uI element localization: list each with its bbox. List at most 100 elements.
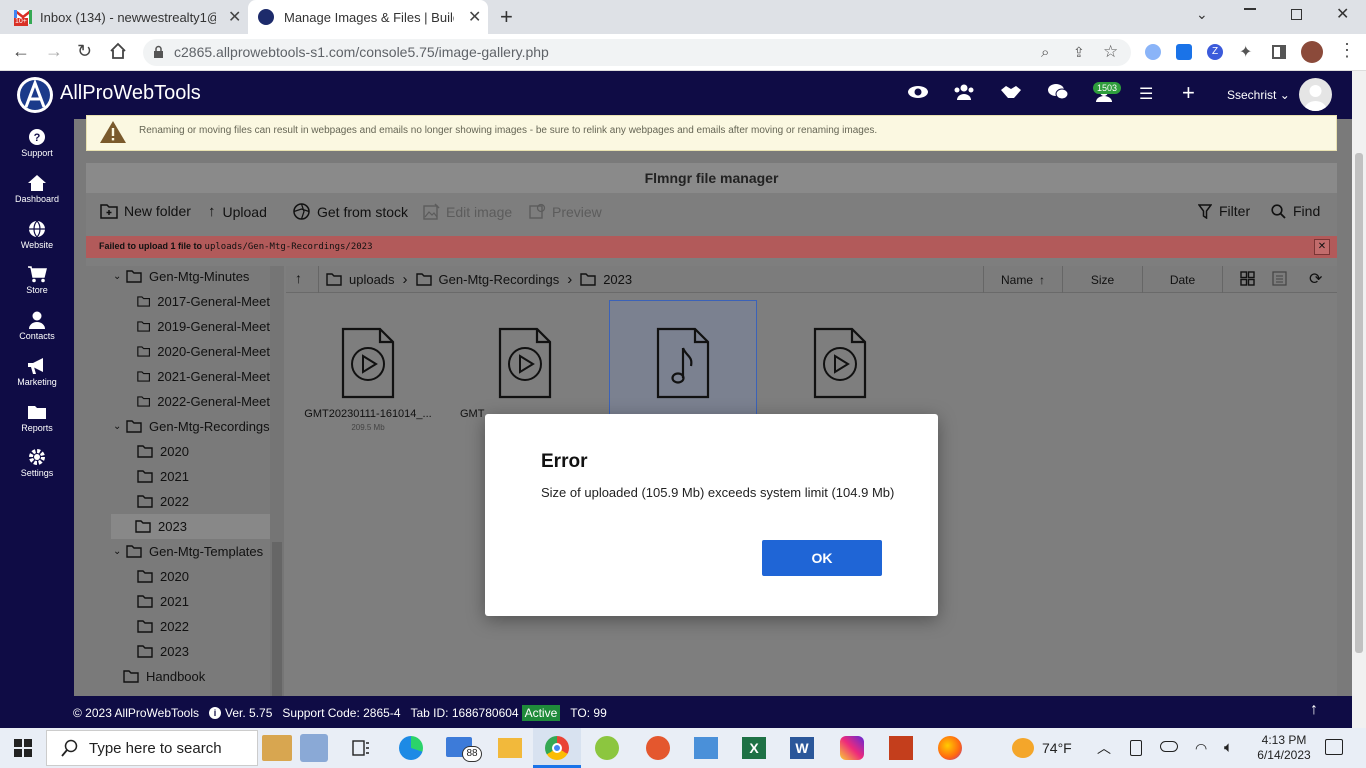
cloud-icon[interactable] [1160, 741, 1178, 752]
kebab-menu-icon[interactable]: ⋮ [1338, 40, 1356, 61]
extension-icon[interactable] [1145, 44, 1161, 60]
sidebar-item-marketing[interactable]: Marketing [0, 357, 74, 401]
zoom-extension-icon[interactable]: Z [1207, 44, 1223, 60]
handshake-icon[interactable] [1000, 84, 1022, 100]
tree-scrollbar[interactable] [270, 266, 284, 696]
refresh-icon[interactable]: ⟳ [1309, 269, 1322, 289]
grid-view-icon[interactable] [1240, 271, 1255, 286]
device-icon[interactable] [1130, 740, 1142, 756]
close-icon[interactable]: ✕ [228, 7, 241, 27]
firefox-icon[interactable] [938, 736, 962, 760]
allprowebtools-logo-icon[interactable] [16, 76, 54, 114]
extension-icon[interactable] [1176, 44, 1192, 60]
share-icon[interactable]: ⇪ [1073, 44, 1085, 61]
app-icon[interactable] [300, 734, 328, 762]
tree-item[interactable]: 2021 [113, 464, 270, 489]
page-scrollbar[interactable] [1352, 71, 1366, 728]
side-panel-icon[interactable] [1272, 45, 1286, 59]
chevron-up-icon[interactable]: ︿ [1097, 738, 1111, 758]
arrow-up-icon[interactable]: ↑ [295, 270, 302, 286]
back-arrow-icon[interactable]: ← [12, 41, 30, 62]
window-close-icon[interactable]: ✕ [1336, 4, 1349, 24]
tree-item[interactable]: Handbook [113, 664, 270, 689]
tree-item[interactable]: 2021-General-Meet [113, 364, 270, 389]
ok-button[interactable]: OK [762, 540, 882, 576]
clock[interactable]: 4:13 PM 6/14/2023 [1256, 733, 1312, 763]
user-avatar[interactable] [1299, 78, 1332, 111]
tab-gmail[interactable]: 10+ Inbox (134) - newwestrealty1@gr ✕ [14, 0, 250, 34]
app-icon[interactable] [646, 736, 670, 760]
weather-icon[interactable] [1012, 738, 1034, 758]
wifi-icon[interactable]: ◠ [1195, 740, 1207, 757]
notifications-icon[interactable] [1325, 739, 1343, 755]
chevron-down-icon[interactable]: ⌄ [1196, 6, 1208, 23]
upload-button[interactable]: ↑ Upload [208, 203, 267, 220]
tree-item[interactable]: ⌄ Gen-Mtg-Recordings [113, 414, 270, 439]
breadcrumb-item[interactable]: 2023 [603, 272, 632, 287]
sidebar-item-store[interactable]: Store [0, 265, 74, 309]
reload-icon[interactable]: ↻ [77, 41, 92, 62]
find-button[interactable]: Find [1271, 203, 1320, 219]
file-explorer-icon[interactable] [498, 738, 522, 758]
new-tab-plus-icon[interactable]: + [500, 4, 513, 30]
tree-item[interactable]: ⌄ Gen-Mtg-Minutes [113, 264, 270, 289]
add-plus-icon[interactable]: + [1182, 80, 1195, 106]
tree-item[interactable]: 2020 [113, 439, 270, 464]
profile-avatar[interactable] [1301, 41, 1323, 63]
tree-item[interactable]: 2020-General-Meet [113, 339, 270, 364]
app-icon[interactable] [262, 735, 292, 761]
close-icon[interactable]: ✕ [1314, 239, 1330, 255]
tree-item[interactable]: 2019-General-Meet [113, 314, 270, 339]
windows-start-icon[interactable] [14, 739, 32, 757]
tree-item-selected[interactable]: 2023 [111, 514, 270, 539]
scrollbar-thumb[interactable] [1355, 153, 1363, 653]
brand-name[interactable]: AllProWebTools [60, 82, 201, 105]
user-menu[interactable]: Ssechrist ⌄ [1227, 88, 1290, 102]
tab-builder[interactable]: Manage Images & Files | Builder ✕ [248, 0, 488, 34]
tree-item[interactable]: 2022 [113, 489, 270, 514]
tree-item[interactable]: 2022-General-Meet [113, 389, 270, 414]
bookmark-star-icon[interactable]: ☆ [1103, 42, 1118, 62]
lock-icon[interactable] [153, 45, 164, 59]
filter-button[interactable]: Filter [1198, 203, 1250, 219]
tree-item[interactable]: 2017-General-Meet [113, 289, 270, 314]
scroll-top-arrow-icon[interactable]: ↑ [1310, 701, 1318, 719]
file-item[interactable]: GMT20230111-161014_... 209.5 Mb [294, 300, 442, 450]
minimize-icon[interactable] [1244, 8, 1256, 10]
restore-icon[interactable] [1291, 9, 1302, 20]
app-icon[interactable] [694, 737, 718, 759]
tree-item[interactable]: 2022 [113, 614, 270, 639]
users-icon[interactable] [953, 84, 975, 100]
tree-item[interactable]: 2020 [113, 564, 270, 589]
sort-size-column[interactable]: Size [1063, 266, 1143, 293]
sidebar-item-contacts[interactable]: Contacts [0, 311, 74, 355]
app-icon[interactable] [889, 736, 913, 760]
get-from-stock-button[interactable]: Get from stock [293, 203, 408, 220]
taskbar-search[interactable]: Type here to search [46, 730, 258, 766]
close-icon[interactable]: ✕ [468, 7, 481, 27]
list-view-icon[interactable] [1272, 271, 1287, 286]
task-view-icon[interactable] [352, 740, 370, 756]
tree-item[interactable]: 2023 [113, 639, 270, 664]
tree-item[interactable]: ⌄ Gen-Mtg-Templates [113, 539, 270, 564]
word-icon[interactable]: W [790, 737, 814, 759]
new-folder-button[interactable]: New folder [100, 203, 191, 219]
sort-date-column[interactable]: Date [1143, 266, 1223, 293]
preview-button[interactable]: Preview [529, 203, 602, 220]
app-icon[interactable] [595, 736, 619, 760]
taskbar-active-app[interactable] [533, 728, 581, 768]
info-icon[interactable]: i [209, 707, 222, 719]
sidebar-item-website[interactable]: Website [0, 220, 74, 264]
sidebar-item-dashboard[interactable]: Dashboard [0, 174, 74, 218]
instagram-icon[interactable] [840, 736, 864, 760]
zoom-icon[interactable]: ⌕ [1041, 44, 1049, 61]
home-icon[interactable] [109, 42, 127, 60]
edge-browser-icon[interactable] [399, 736, 423, 760]
puzzle-icon[interactable]: ✦ [1239, 42, 1252, 62]
speaker-icon[interactable]: 🔈︎ [1224, 739, 1233, 756]
excel-icon[interactable]: X [742, 737, 766, 759]
edit-image-button[interactable]: Edit image [423, 203, 512, 220]
eye-icon[interactable] [907, 84, 929, 100]
sidebar-item-settings[interactable]: Settings [0, 448, 74, 492]
forward-arrow-icon[interactable]: → [45, 41, 63, 62]
